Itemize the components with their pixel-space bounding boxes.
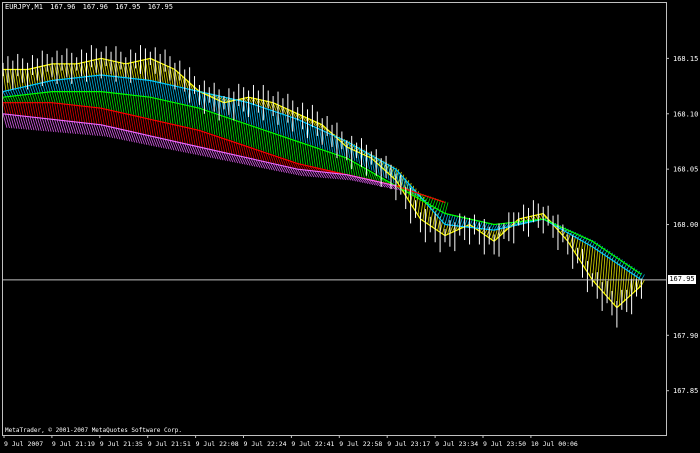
ribbon-strand bbox=[46, 81, 51, 93]
y-tick-label: 168.15 bbox=[673, 55, 698, 63]
ribbon-strand bbox=[140, 133, 145, 145]
ribbon-strand bbox=[132, 131, 138, 144]
open-value: 167.96 bbox=[50, 3, 76, 11]
ribbon-strand bbox=[29, 85, 34, 95]
ribbon-strand bbox=[36, 83, 41, 94]
y-tick-label: 168.00 bbox=[673, 221, 698, 229]
ribbon-strand bbox=[589, 245, 594, 277]
ribbon-strand bbox=[12, 89, 17, 97]
x-tick-label: 9 Jul 22:24 bbox=[244, 440, 287, 448]
ribbon-strand bbox=[22, 87, 27, 96]
ribbon-strand bbox=[2, 96, 7, 103]
x-tick-label: 9 Jul 21:35 bbox=[100, 440, 143, 448]
ribbon-strand bbox=[142, 134, 148, 145]
x-tick-label: 9 Jul 22:58 bbox=[339, 440, 382, 448]
x-tick-label: 10 Jul 00:06 bbox=[531, 440, 578, 448]
ribbon-strand bbox=[157, 137, 163, 148]
ribbon-strand bbox=[149, 135, 155, 147]
ribbon-strand bbox=[32, 84, 36, 94]
ribbon-strand bbox=[130, 131, 136, 143]
ribbon-strand bbox=[444, 213, 449, 225]
ribbon-strand bbox=[442, 201, 446, 213]
x-tick-label: 9 Jul 22:08 bbox=[196, 440, 239, 448]
ribbon-strand bbox=[174, 141, 180, 152]
ribbon-strand bbox=[184, 143, 190, 154]
chart-window[interactable]: 168.15 168.10 168.05 168.00 167.90 167.85 9 Ju… bbox=[0, 0, 700, 453]
ribbon-strand bbox=[127, 130, 133, 143]
ribbon-strand bbox=[172, 140, 177, 151]
ribbon-strand bbox=[154, 136, 160, 148]
ribbon-strand bbox=[189, 144, 194, 155]
ribbon-strand bbox=[118, 128, 123, 141]
ma-ribbon bbox=[2, 58, 645, 308]
ribbon-strand bbox=[108, 126, 113, 139]
ribbon-strand bbox=[19, 87, 24, 96]
y-tick-label: 167.90 bbox=[673, 332, 698, 340]
ribbon-strand bbox=[110, 126, 116, 139]
y-tick-label: 167.85 bbox=[673, 387, 698, 395]
chart-header: EURJPY,M1 167.96 167.96 167.95 167.95 bbox=[5, 3, 176, 11]
x-tick-label: 9 Jul 23:34 bbox=[435, 440, 478, 448]
ribbon-strand bbox=[169, 140, 175, 151]
ribbon-strand bbox=[167, 139, 172, 150]
ribbon-strand bbox=[105, 125, 111, 138]
high-value: 167.96 bbox=[82, 3, 108, 11]
ribbon-strand bbox=[152, 136, 158, 147]
ribbon-strand bbox=[2, 113, 8, 128]
price-chart[interactable]: 168.15 168.10 168.05 168.00 167.90 167.85 9 Ju… bbox=[0, 0, 700, 453]
ribbon-strand bbox=[176, 141, 182, 152]
copyright-notice: MetaTrader, © 2001-2007 MetaQuotes Softw… bbox=[5, 427, 183, 434]
ribbon-strand bbox=[103, 125, 109, 138]
ribbon-strand bbox=[135, 132, 140, 144]
ribbon-strand bbox=[34, 84, 39, 94]
x-tick-label: 9 Jul 23:17 bbox=[387, 440, 430, 448]
ribbon-strand bbox=[164, 139, 170, 150]
ribbon-strand bbox=[186, 144, 192, 154]
ribbon-strand bbox=[145, 134, 150, 146]
symbol-label: EURJPY,M1 bbox=[5, 3, 43, 11]
ribbon-strand bbox=[125, 130, 131, 142]
ribbon-strand bbox=[191, 145, 197, 155]
x-tick-label: 9 Jul 22:41 bbox=[291, 440, 334, 448]
ribbon-strand bbox=[444, 202, 449, 214]
ribbon-strand bbox=[113, 127, 118, 140]
y-axis: 168.15 168.10 168.05 168.00 167.90 167.85 bbox=[666, 55, 698, 395]
ma-line-1 bbox=[3, 57, 642, 309]
ribbon-strand bbox=[137, 133, 143, 144]
ribbon-strand bbox=[115, 128, 121, 140]
ribbon-strand bbox=[5, 90, 9, 98]
ribbon-strand bbox=[181, 142, 187, 153]
x-tick-label: 9 Jul 21:51 bbox=[148, 440, 191, 448]
ribbon-strand bbox=[179, 142, 185, 153]
ribbon-strand bbox=[10, 89, 14, 97]
ribbon-strand bbox=[122, 129, 128, 142]
ribbon-strand bbox=[162, 138, 167, 149]
current-price-tag: 167.95 bbox=[668, 275, 696, 285]
ribbon-strand bbox=[120, 129, 126, 141]
ribbon-strand bbox=[51, 80, 56, 92]
x-tick-label: 9 Jul 21:19 bbox=[52, 440, 95, 448]
ribbon-strand bbox=[7, 90, 12, 97]
ribbon-strand bbox=[44, 82, 49, 93]
ribbon-strand bbox=[14, 88, 19, 96]
x-tick-label: 9 Jul 23:50 bbox=[483, 440, 526, 448]
ribbon-strand bbox=[159, 137, 165, 149]
ribbon-strand bbox=[49, 80, 54, 92]
ribbon-strand bbox=[614, 261, 618, 305]
ribbon-strand bbox=[194, 145, 199, 156]
x-tick-label: 9 Jul 2007 bbox=[4, 440, 43, 448]
y-tick-label: 168.05 bbox=[673, 166, 698, 174]
x-axis: 9 Jul 2007 9 Jul 21:19 9 Jul 21:35 9 Jul 21… bbox=[3, 435, 578, 448]
ribbon-strand bbox=[147, 135, 153, 146]
ribbon-strand bbox=[17, 88, 22, 96]
low-value: 167.95 bbox=[115, 3, 141, 11]
y-tick-label: 168.10 bbox=[673, 110, 698, 118]
close-value: 167.95 bbox=[147, 3, 173, 11]
